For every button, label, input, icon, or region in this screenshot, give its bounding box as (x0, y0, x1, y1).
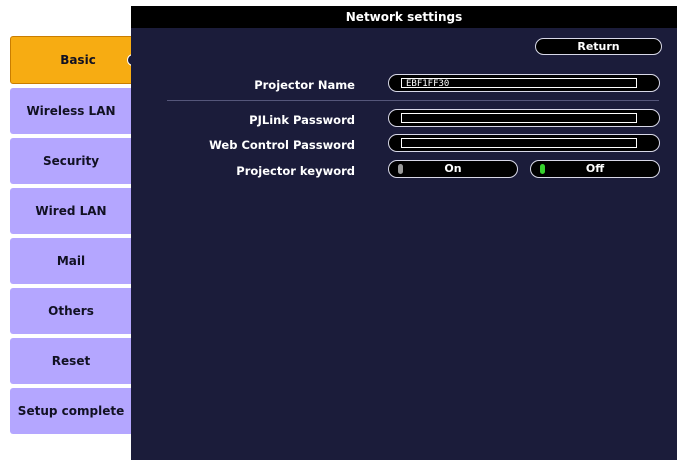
tab-basic[interactable]: Basic (10, 36, 146, 84)
projector-name-label: Projector Name (254, 78, 355, 92)
tab-wired-lan[interactable]: Wired LAN (10, 188, 132, 234)
web-control-password-field[interactable] (388, 134, 660, 152)
divider (167, 100, 659, 101)
tab-reset[interactable]: Reset (10, 338, 132, 384)
tab-wireless-lan-label: Wireless LAN (26, 104, 116, 118)
tab-setup-complete-label: Setup complete (17, 404, 125, 418)
projector-keyword-label: Projector keyword (236, 164, 355, 178)
keyword-on-label: On (444, 162, 462, 175)
tab-wired-lan-label: Wired LAN (35, 204, 107, 218)
window-title: Network settings (131, 6, 677, 28)
tab-basic-label: Basic (60, 53, 96, 67)
tab-mail[interactable]: Mail (10, 238, 132, 284)
pjlink-password-label: PJLink Password (249, 113, 355, 127)
pjlink-password-value (401, 113, 637, 123)
tab-reset-label: Reset (51, 354, 91, 368)
tab-security[interactable]: Security (10, 138, 132, 184)
tab-others-label: Others (48, 304, 94, 318)
web-control-password-value (401, 138, 637, 148)
projector-name-value: EBF1FF30 (401, 78, 637, 89)
return-button[interactable]: Return (535, 38, 662, 55)
keyword-off-label: Off (585, 162, 605, 175)
tab-security-label: Security (42, 154, 100, 168)
tab-setup-complete[interactable]: Setup complete (10, 388, 132, 434)
tab-others[interactable]: Others (10, 288, 132, 334)
projector-name-field[interactable]: EBF1FF30 (388, 74, 660, 92)
web-control-password-label: Web Control Password (209, 138, 355, 152)
keyword-on-option[interactable]: On (388, 160, 518, 178)
tab-mail-label: Mail (56, 254, 86, 268)
tab-wireless-lan[interactable]: Wireless LAN (10, 88, 132, 134)
pjlink-password-field[interactable] (388, 109, 660, 127)
keyword-off-option[interactable]: Off (530, 160, 660, 178)
